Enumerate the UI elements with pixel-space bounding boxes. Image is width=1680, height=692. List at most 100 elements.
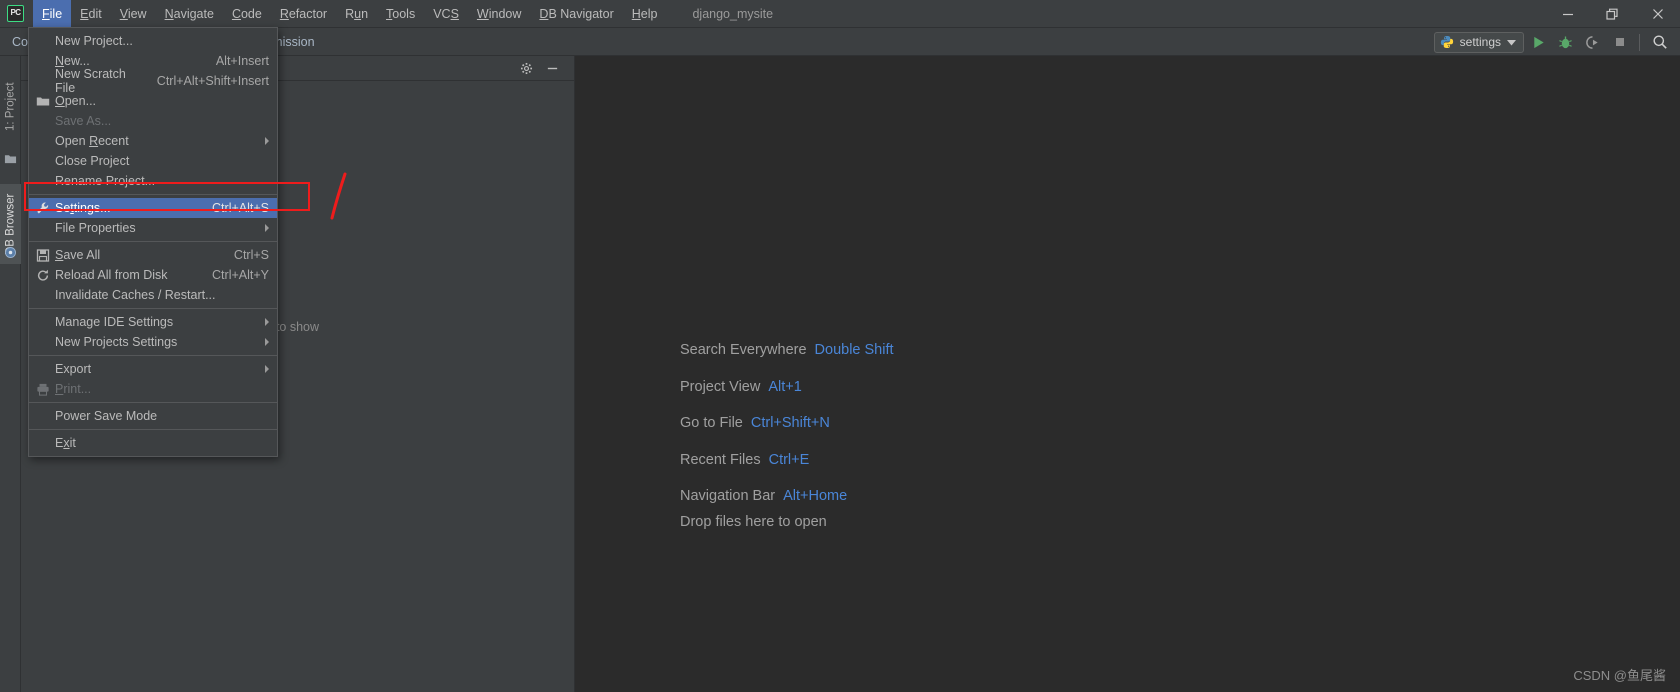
menu-item-label: Manage IDE Settings: [55, 315, 174, 329]
menu-item-save-all[interactable]: Save All Ctrl+S: [29, 245, 277, 265]
menu-item-file-properties[interactable]: File Properties: [29, 218, 277, 238]
shortcut-tip-label: Navigation Bar: [680, 488, 776, 505]
menu-item-rename-project[interactable]: Rename Project...: [29, 171, 277, 191]
close-icon[interactable]: [1635, 0, 1680, 28]
menu-separator: [29, 355, 277, 356]
menu-bar[interactable]: File Edit View Navigate Code Refactor Run Tools…: [33, 0, 666, 28]
menu-item-new-projects-settings[interactable]: New Projects Settings: [29, 332, 277, 352]
toolbar-divider: [1639, 33, 1640, 51]
shortcut-tip-row[interactable]: Recent Files Ctrl+E: [680, 442, 894, 479]
menu-item-label: New Project...: [55, 34, 133, 48]
menubar-item-view[interactable]: View: [111, 0, 156, 28]
menu-item-open-recent[interactable]: Open Recent: [29, 131, 277, 151]
menu-item-label: Exit: [55, 436, 76, 450]
menubar-item-label: Edit: [80, 6, 102, 21]
shortcut-tip-key: Alt+Home: [783, 488, 848, 505]
submenu-arrow-icon: [265, 338, 269, 346]
python-icon: [1440, 35, 1454, 49]
menu-item-label: New Projects Settings: [55, 335, 178, 349]
menubar-item-label: DB Navigator: [539, 6, 614, 21]
menubar-item-refactor[interactable]: Refactor: [271, 0, 336, 28]
pycharm-window: PC File Edit View Navigate Code Refactor Run To…: [0, 0, 1680, 692]
menu-item-exit[interactable]: Exit: [29, 433, 277, 453]
folder-icon: [4, 152, 17, 165]
menubar-item-vcs[interactable]: VCS: [424, 0, 468, 28]
save-icon: [35, 248, 50, 263]
submenu-arrow-icon: [265, 318, 269, 326]
gear-icon[interactable]: [514, 56, 538, 81]
menubar-item-edit[interactable]: Edit: [71, 0, 111, 28]
menu-item-new-project[interactable]: New Project...: [29, 31, 277, 51]
menu-item-label: Export: [55, 362, 92, 376]
menubar-item-run[interactable]: Run: [336, 0, 377, 28]
menu-separator: [29, 241, 277, 242]
sidebar-item-project-label: 1: Project: [4, 82, 17, 132]
project-name-label: django_mysite: [692, 6, 774, 21]
shortcut-tip-key: Ctrl+Shift+N: [750, 415, 830, 432]
submenu-arrow-icon: [265, 224, 269, 232]
menu-item-open[interactable]: Open...: [29, 91, 277, 111]
menubar-item-tools[interactable]: Tools: [377, 0, 424, 28]
minimize-icon[interactable]: [1545, 0, 1590, 28]
stop-button[interactable]: [1607, 29, 1632, 55]
menu-separator: [29, 429, 277, 430]
run-button[interactable]: [1526, 29, 1551, 55]
shortcut-tips-list: Search Everywhere Double Shift Project Vie…: [680, 332, 894, 515]
menu-item-print: Print...: [29, 379, 277, 399]
wrench-icon: [35, 201, 50, 216]
menu-item-reload-all-from-disk[interactable]: Reload All from Disk Ctrl+Alt+Y: [29, 265, 277, 285]
menu-item-save-as: Save As...: [29, 111, 277, 131]
menu-item-invalidate-caches-restart[interactable]: Invalidate Caches / Restart...: [29, 285, 277, 305]
menu-item-shortcut: Ctrl+S: [233, 248, 269, 262]
menubar-item-db-navigator[interactable]: DB Navigator: [530, 0, 622, 28]
search-button[interactable]: [1647, 29, 1672, 55]
run-configuration-selector[interactable]: settings: [1433, 31, 1524, 53]
menu-item-label: Save As...: [55, 114, 112, 128]
shortcut-tip-key: Double Shift: [814, 342, 894, 359]
file-menu-dropdown[interactable]: New Project... New... Alt+Insert New Scratc…: [28, 27, 278, 457]
menu-item-label: Save All: [55, 248, 101, 262]
menu-separator: [29, 308, 277, 309]
menu-item-label: Print...: [55, 382, 92, 396]
menubar-item-label: Help: [631, 6, 658, 21]
menu-item-label: Power Save Mode: [55, 409, 158, 423]
sidebar-item-project[interactable]: 1: Project: [0, 70, 21, 144]
chevron-down-icon: [1507, 35, 1516, 49]
submenu-arrow-icon: [265, 137, 269, 145]
menubar-item-code[interactable]: Code: [223, 0, 271, 28]
menu-item-export[interactable]: Export: [29, 359, 277, 379]
menu-item-shortcut: Ctrl+Alt+Shift+Insert: [156, 74, 269, 88]
annotation-stroke: [330, 172, 347, 220]
menu-item-close-project[interactable]: Close Project: [29, 151, 277, 171]
db-browser-icon: [4, 246, 17, 259]
debug-button[interactable]: [1553, 29, 1578, 55]
run-coverage-button[interactable]: [1580, 29, 1605, 55]
shortcut-tip-row[interactable]: Project View Alt+1: [680, 369, 894, 406]
menu-item-manage-ide-settings[interactable]: Manage IDE Settings: [29, 312, 277, 332]
menu-item-shortcut: Ctrl+Alt+S: [212, 201, 269, 215]
menubar-item-navigate[interactable]: Navigate: [156, 0, 223, 28]
pycharm-logo-icon: PC: [7, 5, 24, 22]
menubar-item-label: Tools: [386, 6, 416, 21]
run-configuration-name: settings: [1459, 35, 1501, 49]
menu-item-label: New...: [55, 54, 90, 68]
menu-separator: [29, 194, 277, 195]
shortcut-tip-row[interactable]: Search Everywhere Double Shift: [680, 332, 894, 369]
menu-item-label: Reload All from Disk: [55, 268, 168, 282]
csdn-watermark: CSDN @鱼尾酱: [1573, 668, 1666, 683]
restore-icon[interactable]: [1590, 0, 1635, 28]
window-controls: [1545, 0, 1680, 28]
hide-panel-icon[interactable]: [540, 56, 564, 81]
menubar-item-window[interactable]: Window: [468, 0, 530, 28]
shortcut-tip-row[interactable]: Navigation Bar Alt+Home: [680, 478, 894, 515]
shortcut-tip-label: Go to File: [680, 415, 743, 432]
shortcut-tip-row[interactable]: Go to File Ctrl+Shift+N: [680, 405, 894, 442]
menu-item-power-save-mode[interactable]: Power Save Mode: [29, 406, 277, 426]
menubar-item-file[interactable]: File: [33, 0, 72, 28]
menubar-item-label: View: [119, 6, 147, 21]
print-icon: [35, 382, 50, 397]
menu-item-new-scratch-file[interactable]: New Scratch File Ctrl+Alt+Shift+Insert: [29, 67, 277, 95]
menubar-item-help[interactable]: Help: [623, 0, 667, 28]
menu-item-label: Invalidate Caches / Restart...: [55, 288, 216, 302]
menu-item-settings[interactable]: Settings... Ctrl+Alt+S: [29, 198, 277, 218]
